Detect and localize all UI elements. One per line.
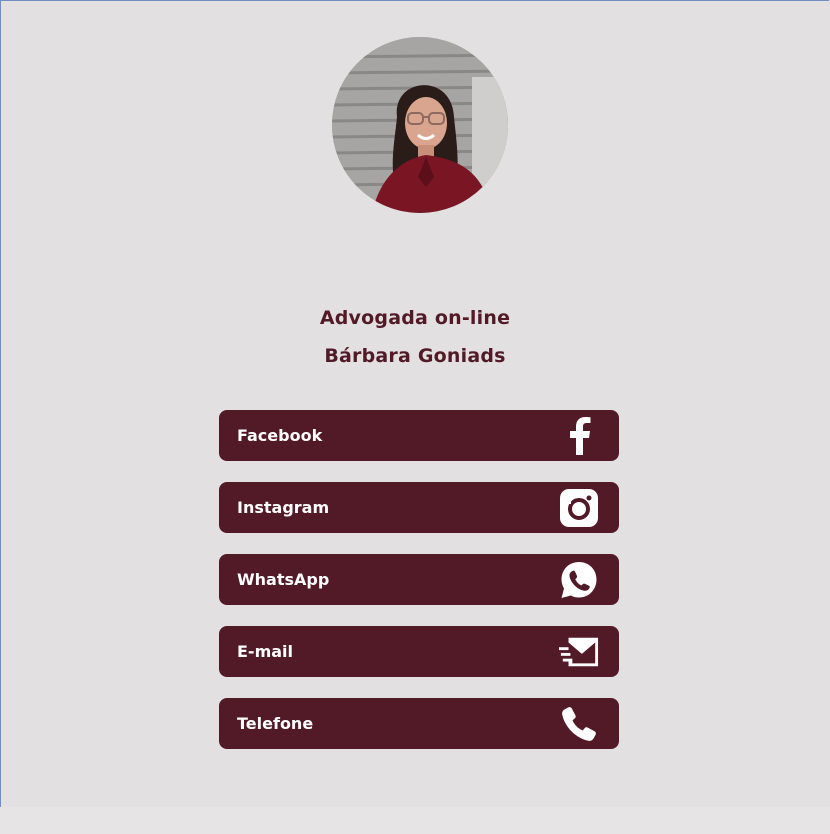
facebook-button[interactable]: Facebook [219,410,619,461]
facebook-icon [559,416,599,456]
whatsapp-button[interactable]: WhatsApp [219,554,619,605]
phone-button[interactable]: Telefone [219,698,619,749]
facebook-label: Facebook [237,426,323,445]
whatsapp-label: WhatsApp [237,570,330,589]
phone-label: Telefone [237,714,314,733]
instagram-icon [559,488,599,528]
instagram-label: Instagram [237,498,330,517]
profile-photo [332,37,508,213]
phone-icon [559,704,599,744]
links-list: Facebook Instagram WhatsApp E-mail Telef… [219,410,619,770]
email-button[interactable]: E-mail [219,626,619,677]
profile-title: Advogada on-line [319,307,511,329]
email-label: E-mail [237,642,294,661]
profile-name: Bárbara Goniads [324,345,506,367]
bottom-strip [0,807,830,834]
whatsapp-icon [559,560,599,600]
avatar [332,37,508,213]
instagram-button[interactable]: Instagram [219,482,619,533]
email-icon [559,632,599,672]
